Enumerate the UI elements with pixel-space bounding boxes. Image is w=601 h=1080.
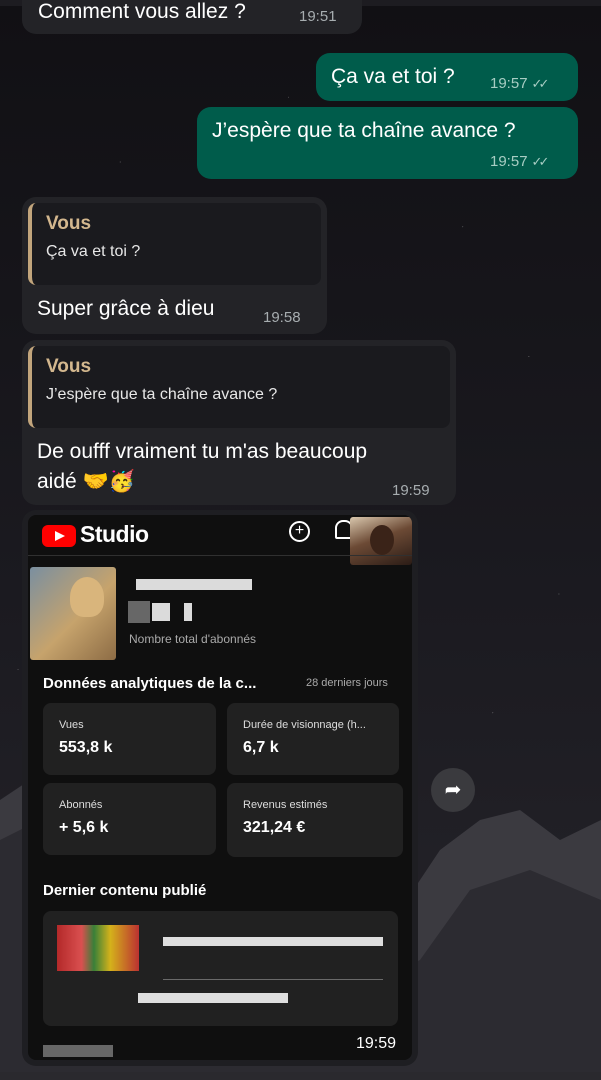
message-time: 19:59 — [356, 1035, 397, 1052]
metric-value: 553,8 k — [59, 739, 113, 756]
quote-author: Vous — [46, 213, 92, 234]
redacted-stats — [138, 993, 288, 1003]
metric-label: Vues — [59, 719, 84, 731]
youtube-studio-screenshot[interactable]: Studio + Nombre total d'abonnés Données … — [28, 515, 412, 1060]
read-receipt-icon: ✓✓ — [531, 76, 550, 91]
quoted-message[interactable]: Vous J’espère que ta chaîne avance ? — [28, 346, 450, 428]
metric-value: + 5,6 k — [59, 819, 109, 836]
metric-label: Durée de visionnage (h... — [243, 719, 366, 731]
redacted-count — [152, 603, 170, 621]
metric-card-watch-time[interactable]: Durée de visionnage (h... 6,7 k — [227, 703, 399, 775]
quote-author: Vous — [46, 356, 92, 377]
studio-brand: Studio — [80, 521, 149, 547]
youtube-logo-icon — [42, 525, 76, 547]
quote-text: J’espère que ta chaîne avance ? — [46, 386, 278, 403]
quoted-message[interactable]: Vous Ça va et toi ? — [28, 203, 321, 285]
message-incoming-reply[interactable]: Vous Ça va et toi ? Super grâce à dieu 1… — [22, 197, 327, 334]
redacted-video-title — [163, 937, 383, 946]
divider — [163, 979, 383, 980]
message-incoming[interactable]: Comment vous allez ? 19:51 — [22, 0, 362, 34]
message-time: 19:58 — [263, 309, 301, 326]
message-time: 19:51 — [299, 8, 337, 25]
next-content-preview — [43, 1045, 113, 1057]
latest-content-card[interactable] — [43, 911, 398, 1026]
bottom-edge — [0, 1072, 601, 1080]
time-label: 19:57 — [490, 75, 528, 92]
read-receipt-icon: ✓✓ — [531, 154, 550, 169]
message-text: Ça va et toi ? — [331, 65, 455, 88]
analytics-title: Données analytiques de la c... — [43, 675, 257, 692]
message-time: 19:59 — [392, 482, 430, 499]
message-text: Super grâce à dieu — [37, 297, 215, 320]
message-outgoing[interactable]: J’espère que ta chaîne avance ? 19:57 ✓✓ — [197, 107, 578, 179]
message-text: J’espère que ta chaîne avance ? — [212, 119, 516, 142]
redacted-count — [128, 601, 150, 623]
time-label: 19:57 — [490, 153, 528, 170]
metric-card-subscribers[interactable]: Abonnés + 5,6 k — [43, 783, 216, 855]
subscribers-label: Nombre total d'abonnés — [129, 632, 257, 646]
message-incoming-reply[interactable]: Vous J’espère que ta chaîne avance ? De … — [22, 340, 456, 505]
video-call-preview — [350, 517, 412, 565]
message-text-line: De oufff vraiment tu m'as beaucoup — [37, 440, 368, 463]
message-time: 19:57 ✓✓ — [490, 153, 550, 170]
message-text-line: aidé 🤝🥳 — [37, 470, 135, 493]
latest-content-title: Dernier contenu publié — [43, 882, 207, 899]
message-time: 19:57 ✓✓ — [490, 75, 550, 92]
share-icon[interactable]: ➦ — [431, 768, 475, 812]
redacted-count — [184, 603, 192, 621]
video-thumbnail — [57, 925, 139, 971]
add-icon: + — [289, 521, 310, 542]
quote-text: Ça va et toi ? — [46, 243, 141, 260]
redacted-channel-name — [136, 579, 252, 590]
message-outgoing[interactable]: Ça va et toi ? 19:57 ✓✓ — [316, 53, 578, 101]
message-text: Comment vous allez ? — [38, 0, 246, 23]
metric-label: Abonnés — [59, 799, 103, 811]
metric-card-revenue[interactable]: Revenus estimés 321,24 € — [227, 783, 403, 857]
metric-value: 321,24 € — [243, 819, 306, 836]
analytics-period: 28 derniers jours — [306, 677, 388, 689]
channel-avatar — [30, 567, 116, 660]
studio-header: Studio + — [28, 515, 412, 565]
metric-label: Revenus estimés — [243, 799, 328, 811]
metric-value: 6,7 k — [243, 739, 279, 756]
metric-card-views[interactable]: Vues 553,8 k — [43, 703, 216, 775]
divider — [28, 555, 412, 556]
